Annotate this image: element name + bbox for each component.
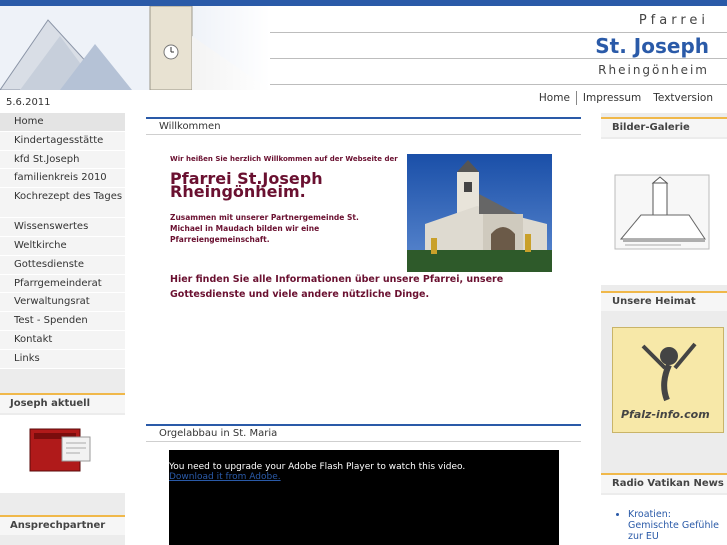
welcome-partner-text: Zusammen mit unserer Partnergemeinde St.…: [170, 213, 359, 244]
gallery-heading: Bilder-Galerie: [601, 117, 727, 137]
nav-item-verwaltungsrat[interactable]: Verwaltungsrat: [0, 293, 125, 313]
topnav-impressum-link[interactable]: Impressum: [577, 92, 647, 104]
heimat-box: Pfalz-info.com: [601, 313, 727, 473]
joseph-aktuell-box: [0, 415, 125, 493]
nav-item-kochrezept[interactable]: Kochrezept des Tages: [0, 188, 125, 219]
site-title-prefix: Pfarrei: [638, 13, 709, 28]
site-title[interactable]: St. Joseph: [595, 34, 709, 58]
nav-item-kindertagesstaette[interactable]: Kindertagesstätte: [0, 131, 125, 151]
nav-item-home[interactable]: Home: [0, 113, 125, 132]
church-header-illustration: [0, 6, 270, 90]
gallery-box: [601, 139, 727, 285]
joseph-aktuell-heading: Joseph aktuell: [0, 393, 125, 413]
header-rule-3: [270, 84, 727, 85]
welcome-title: Pfarrei St.Joseph Rheingönheim.: [170, 169, 323, 201]
top-navigation: Home Impressum Textversion: [533, 91, 719, 105]
mailbox-image[interactable]: [0, 415, 125, 493]
organ-section-heading: Orgelabbau in St. Maria: [146, 424, 581, 442]
church-sketch-thumbnail[interactable]: [601, 139, 727, 285]
heimat-heading: Unsere Heimat: [601, 291, 727, 311]
news-list: Kroatien: Gemischte Gefühle zur EU: [612, 509, 724, 542]
nav-item-pfarrgemeinderat[interactable]: Pfarrgemeinderat: [0, 274, 125, 294]
main-navigation: Home Kindertagesstätte kfd St.Joseph fam…: [0, 113, 125, 369]
nav-item-spenden[interactable]: Test - Spenden: [0, 312, 125, 331]
church-photo: [407, 154, 552, 272]
nav-item-wissenswertes[interactable]: Wissenswertes: [0, 218, 125, 237]
header-rule-1: [270, 32, 727, 33]
topnav-textversion-link[interactable]: Textversion: [647, 92, 719, 104]
pfalz-info-logo[interactable]: Pfalz-info.com: [612, 327, 724, 433]
nav-item-kfd[interactable]: kfd St.Joseph: [0, 150, 125, 170]
welcome-intro-text: Wir heißen Sie herzlich Willkommen auf d…: [170, 155, 398, 163]
nav-item-weltkirche[interactable]: Weltkirche: [0, 236, 125, 256]
current-date: 5.6.2011: [6, 97, 51, 108]
flash-video-player[interactable]: You need to upgrade your Adobe Flash Pla…: [169, 450, 559, 545]
right-sidebar: Bilder-Galerie Unsere Heimat Pfalz-info.…: [601, 113, 727, 545]
news-item[interactable]: Kroatien: Gemischte Gefühle zur EU: [628, 509, 724, 542]
pfalz-info-logo-text: Pfalz-info.com: [621, 408, 710, 421]
header-rule-2: [270, 58, 727, 59]
site-header: Pfarrei St. Joseph Rheingönheim: [0, 6, 727, 90]
welcome-info-text: Hier finden Sie alle Informationen über …: [170, 274, 504, 300]
nav-item-links[interactable]: Links: [0, 349, 125, 369]
nav-item-gottesdienste[interactable]: Gottesdienste: [0, 255, 125, 275]
radio-vatikan-heading: Radio Vatikan News: [601, 473, 727, 493]
topnav-home-link[interactable]: Home: [533, 92, 576, 104]
nav-item-kontakt[interactable]: Kontakt: [0, 330, 125, 350]
left-sidebar: Home Kindertagesstätte kfd St.Joseph fam…: [0, 113, 125, 545]
welcome-section-heading: Willkommen: [146, 117, 581, 135]
site-subtitle: Rheingönheim: [598, 63, 709, 77]
nav-item-familienkreis[interactable]: familienkreis 2010: [0, 169, 125, 189]
ansprechpartner-heading: Ansprechpartner: [0, 515, 125, 535]
flash-upgrade-message: You need to upgrade your Adobe Flash Pla…: [169, 462, 466, 472]
flash-download-link[interactable]: Download it from Adobe.: [169, 472, 559, 482]
